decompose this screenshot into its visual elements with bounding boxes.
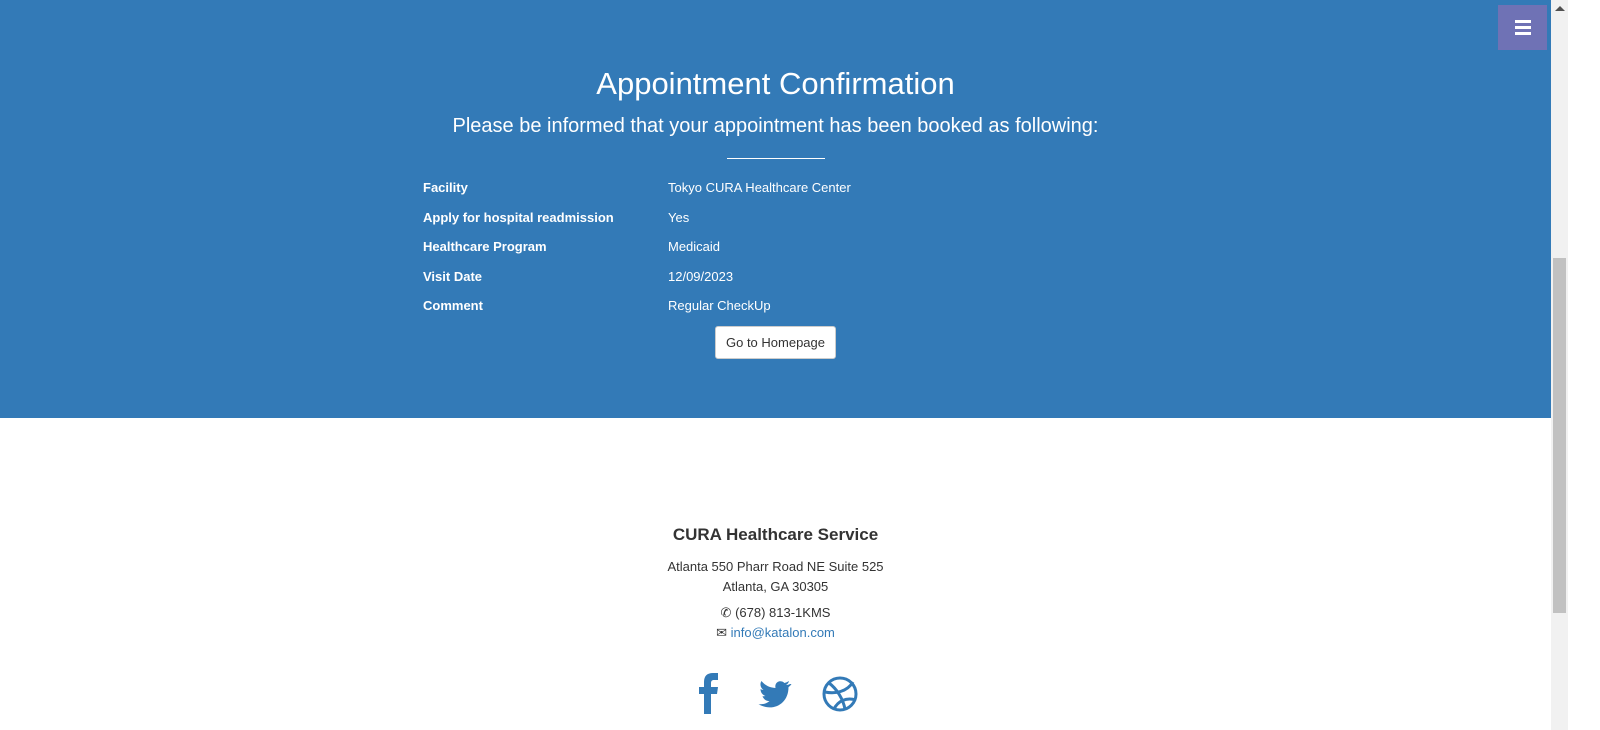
detail-row: Apply for hospital readmission Yes bbox=[423, 210, 851, 240]
hamburger-icon bbox=[1514, 20, 1531, 23]
page: Appointment Confirmation Please be infor… bbox=[0, 0, 1551, 730]
detail-label: Healthcare Program bbox=[423, 239, 547, 254]
detail-value: Medicaid bbox=[668, 239, 721, 254]
detail-label: Comment bbox=[423, 298, 483, 313]
envelope-icon: ✉ bbox=[716, 625, 728, 640]
menu-toggle-button[interactable] bbox=[1498, 5, 1547, 50]
phone-icon: ✆ bbox=[720, 605, 732, 620]
hamburger-icon bbox=[1514, 32, 1531, 35]
detail-label: Apply for hospital readmission bbox=[423, 209, 614, 225]
footer-address: Atlanta 550 Pharr Road NE Suite 525 Atlan… bbox=[0, 557, 1551, 597]
detail-label: Facility bbox=[423, 180, 468, 195]
footer-email: ✉ info@katalon.com bbox=[0, 625, 1551, 641]
detail-row: Healthcare Program Medicaid bbox=[423, 239, 851, 269]
phone-text: (678) 813-1KMS bbox=[735, 605, 831, 620]
page-title: Appointment Confirmation bbox=[596, 66, 955, 101]
appointment-section: Appointment Confirmation Please be infor… bbox=[0, 0, 1551, 418]
divider bbox=[727, 158, 825, 159]
detail-row: Facility Tokyo CURA Healthcare Center bbox=[423, 180, 851, 210]
page-subtitle: Please be informed that your appointment… bbox=[452, 115, 1099, 137]
facebook-icon[interactable] bbox=[690, 672, 726, 714]
detail-value: Tokyo CURA Healthcare Center bbox=[668, 180, 851, 195]
address-line: Atlanta, GA 30305 bbox=[722, 579, 829, 594]
address-line: Atlanta 550 Pharr Road NE Suite 525 bbox=[667, 559, 884, 574]
footer-title: CURA Healthcare Service bbox=[672, 525, 879, 544]
detail-value: Regular CheckUp bbox=[668, 298, 771, 313]
scrollbar-thumb[interactable] bbox=[1553, 258, 1566, 613]
detail-row: Comment Regular CheckUp bbox=[423, 298, 851, 328]
vertical-scrollbar[interactable] bbox=[1551, 0, 1568, 730]
email-link[interactable]: info@katalon.com bbox=[731, 625, 835, 640]
dribbble-icon[interactable] bbox=[822, 672, 858, 714]
social-links bbox=[690, 672, 858, 714]
scroll-up-arrow-icon[interactable] bbox=[1555, 6, 1565, 11]
detail-row: Visit Date 12/09/2023 bbox=[423, 269, 851, 299]
twitter-icon[interactable] bbox=[756, 672, 792, 714]
hamburger-icon bbox=[1514, 26, 1531, 29]
detail-value: Yes bbox=[668, 209, 690, 225]
footer-phone: ✆ (678) 813-1KMS bbox=[0, 605, 1551, 621]
go-to-homepage-button[interactable]: Go to Homepage bbox=[715, 326, 836, 359]
details-list: Facility Tokyo CURA Healthcare Center App… bbox=[423, 180, 851, 328]
detail-value: 12/09/2023 bbox=[668, 268, 734, 284]
detail-label: Visit Date bbox=[423, 268, 483, 284]
